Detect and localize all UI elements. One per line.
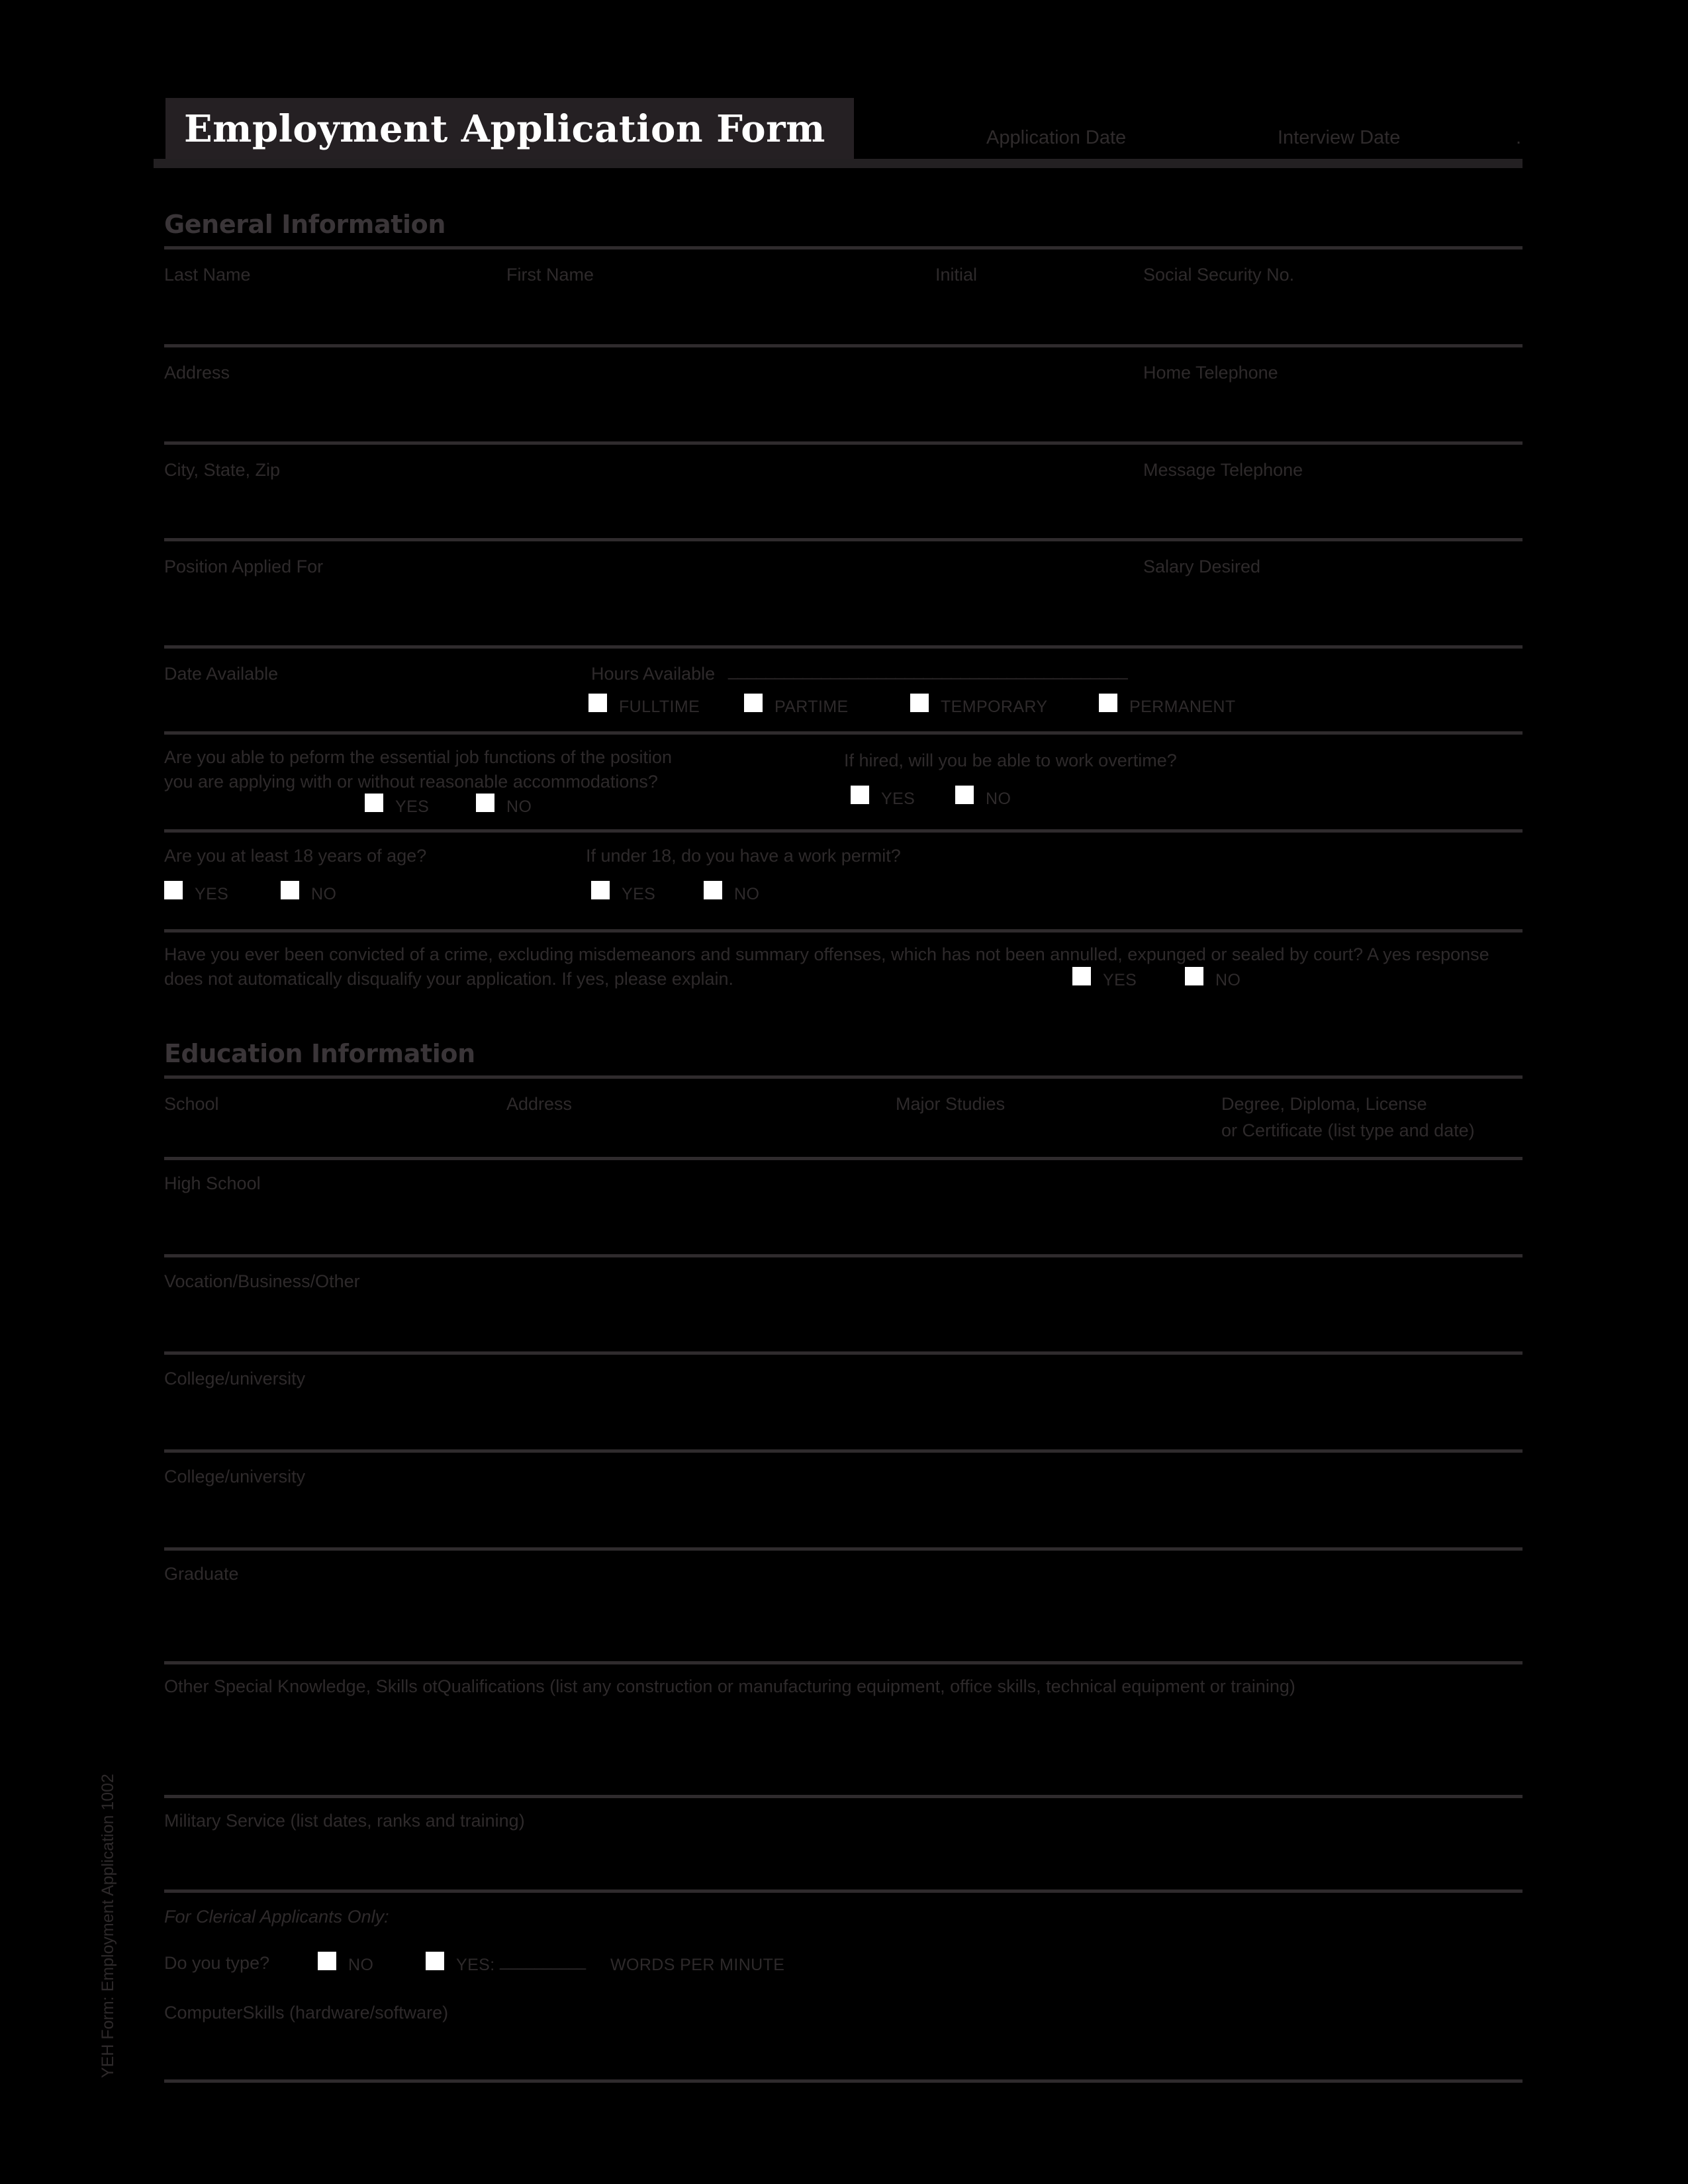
education-row-vocation-business-other: Vocation/Business/Other <box>164 1271 360 1291</box>
label-first-name: First Name <box>506 265 594 285</box>
rule-education-row-3 <box>164 1449 1523 1453</box>
column-header-degree-line2: or Certificate (list type and date) <box>1221 1120 1475 1140</box>
question-essential-job-functions: Are you able to peform the essential job… <box>164 747 672 792</box>
label-age18-yes: YES <box>195 885 229 903</box>
label-conviction-yes: YES <box>1103 971 1137 989</box>
label-overtime-no: NO <box>986 790 1011 808</box>
rule-education-row-5 <box>164 1661 1523 1664</box>
label-permanent: PERMANENT <box>1129 698 1236 716</box>
label-initial: Initial <box>935 265 978 285</box>
checkbox-essential-functions-no[interactable] <box>476 794 494 812</box>
rule-education-row-1 <box>164 1254 1523 1257</box>
application-date-label: Application Date <box>986 127 1127 148</box>
label-partime: PARTIME <box>774 698 849 716</box>
label-fulltime: FULLTIME <box>619 698 700 716</box>
rule-availability-row <box>164 731 1523 735</box>
label-last-name: Last Name <box>164 265 251 285</box>
form-code-sidebar: YEH Form: Employment Application 1002 <box>99 1774 117 2078</box>
checkbox-type-no[interactable] <box>318 1952 336 1970</box>
rule-address-row <box>164 441 1523 445</box>
label-date-available: Date Available <box>164 664 279 684</box>
checkbox-temporary[interactable] <box>910 694 929 712</box>
column-header-degree-line1: Degree, Diploma, License <box>1221 1094 1427 1114</box>
label-work-permit-no: NO <box>734 885 760 903</box>
checkbox-type-yes[interactable] <box>426 1952 444 1970</box>
column-header-major-studies: Major Studies <box>896 1094 1006 1114</box>
checkbox-conviction-no[interactable] <box>1185 967 1203 985</box>
education-row-college-university-1: College/university <box>164 1369 306 1388</box>
rule-name-row <box>164 344 1523 347</box>
checkbox-age18-yes[interactable] <box>164 881 183 899</box>
label-conviction-no: NO <box>1215 971 1241 989</box>
checkbox-fulltime[interactable] <box>588 694 607 712</box>
wpm-blank[interactable]: __________ <box>500 1950 586 1973</box>
employment-application-page: Employment Application Form Application … <box>0 0 1688 2184</box>
question-criminal-conviction: Have you ever been convicted of a crime,… <box>164 944 1489 989</box>
rule-age-row <box>164 929 1523 933</box>
rule-position-row <box>164 645 1523 649</box>
checkbox-essential-functions-yes[interactable] <box>365 794 383 812</box>
label-city-state-zip: City, State, Zip <box>164 460 281 480</box>
rule-other-skills <box>164 1795 1523 1798</box>
question-overtime: If hired, will you be able to work overt… <box>844 751 1177 770</box>
rule-essential-functions-row <box>164 829 1523 833</box>
label-home-telephone: Home Telephone <box>1143 363 1278 383</box>
section-title-general-information: General Information <box>164 210 445 239</box>
label-other-special-knowledge: Other Special Knowledge, Skills otQualif… <box>164 1676 1295 1696</box>
form-header: Employment Application Form Application … <box>165 98 1523 164</box>
header-bottom-bar <box>154 159 1523 168</box>
checkbox-overtime-no[interactable] <box>955 786 974 804</box>
label-position-applied-for: Position Applied For <box>164 557 324 576</box>
label-message-telephone: Message Telephone <box>1143 460 1303 480</box>
label-type-no: NO <box>348 1956 374 1974</box>
rule-education-row-2 <box>164 1351 1523 1355</box>
checkbox-conviction-yes[interactable] <box>1072 967 1091 985</box>
page-title: Employment Application Form <box>184 107 825 151</box>
checkbox-partime[interactable] <box>744 694 763 712</box>
label-hours-available: Hours Available <box>591 664 716 684</box>
rule-computer-skills <box>164 2079 1523 2083</box>
title-box: Employment Application Form <box>165 98 854 164</box>
label-overtime-yes: YES <box>881 790 915 808</box>
education-row-graduate: Graduate <box>164 1564 239 1584</box>
label-temporary: TEMPORARY <box>941 698 1048 716</box>
label-essential-functions-yes: YES <box>395 797 430 816</box>
checkbox-overtime-yes[interactable] <box>851 786 869 804</box>
education-row-college-university-2: College/university <box>164 1467 306 1486</box>
section-title-education-information: Education Information <box>164 1039 475 1068</box>
question-age-18: Are you at least 18 years of age? <box>164 846 427 866</box>
label-social-security-no: Social Security No. <box>1143 265 1295 285</box>
label-words-per-minute: WORDS PER MINUTE <box>610 1956 785 1974</box>
label-type-yes: YES: <box>456 1956 495 1974</box>
checkbox-work-permit-no[interactable] <box>704 881 722 899</box>
heading-clerical-applicants-only: For Clerical Applicants Only: <box>164 1907 389 1927</box>
rule-general-header <box>164 246 1523 250</box>
label-essential-functions-no: NO <box>506 797 532 816</box>
label-address: Address <box>164 363 230 383</box>
header-trailing-mark: . <box>1516 127 1522 148</box>
label-computer-skills: ComputerSkills (hardware/software) <box>164 2003 449 2023</box>
label-salary-desired: Salary Desired <box>1143 557 1261 576</box>
hours-available-blank[interactable]: ________________________________________… <box>728 658 1128 682</box>
interview-date-label: Interview Date <box>1278 127 1401 148</box>
label-work-permit-yes: YES <box>622 885 656 903</box>
checkbox-permanent[interactable] <box>1099 694 1117 712</box>
rule-education-header <box>164 1075 1523 1079</box>
question-work-permit: If under 18, do you have a work permit? <box>586 846 901 866</box>
education-row-high-school: High School <box>164 1173 261 1193</box>
rule-military-service <box>164 1889 1523 1893</box>
column-header-address: Address <box>506 1094 573 1114</box>
checkbox-work-permit-yes[interactable] <box>591 881 610 899</box>
rule-education-columns <box>164 1157 1523 1160</box>
label-age18-no: NO <box>311 885 337 903</box>
column-header-school: School <box>164 1094 219 1114</box>
label-military-service: Military Service (list dates, ranks and … <box>164 1811 525 1831</box>
rule-education-row-4 <box>164 1547 1523 1551</box>
checkbox-age18-no[interactable] <box>281 881 299 899</box>
label-do-you-type: Do you type? <box>164 1953 270 1973</box>
rule-city-row <box>164 538 1523 541</box>
